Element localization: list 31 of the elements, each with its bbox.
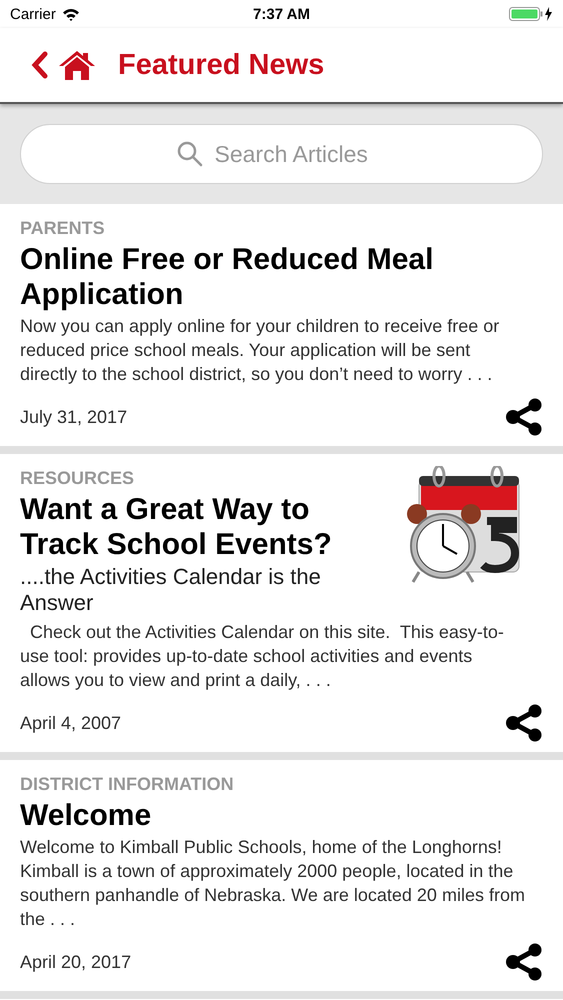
article-subtitle: ....the Activities Calendar is the Answer bbox=[20, 564, 322, 616]
category-label: RESOURCES bbox=[20, 467, 136, 490]
status-time: 7:37 AM bbox=[253, 6, 310, 22]
share-button[interactable] bbox=[505, 704, 543, 742]
battery-charging-icon bbox=[509, 7, 553, 21]
category-label: DISTRICT INFORMATION bbox=[20, 773, 235, 796]
article-title[interactable]: Want a Great Way to Track School Events? bbox=[20, 492, 369, 562]
back-chevron-icon bbox=[30, 51, 48, 79]
article-summary: Welcome to Kimball Public Schools, home of the Longhorns! Kimball is a town of approximately 2000 people, located in the southern panhandle of Nebraska. We are located 20 miles from the . . . bbox=[20, 836, 526, 931]
share-button[interactable] bbox=[505, 943, 543, 981]
search-field[interactable]: Search Articles bbox=[20, 124, 543, 184]
back-button[interactable] bbox=[30, 51, 48, 79]
article-summary: Check out the Activities Calendar on this site. This easy-to-use tool: provides up-to-date school activities and events allows you to view and print a daily, . . . bbox=[20, 621, 505, 692]
article-date: July 31, 2017 bbox=[20, 406, 128, 428]
article-date: April 4, 2007 bbox=[20, 712, 122, 734]
page-title: Featured News bbox=[118, 48, 324, 82]
article-title[interactable]: Online Free or Reduced Meal Application bbox=[20, 242, 543, 312]
search-icon bbox=[176, 141, 202, 167]
share-icon bbox=[505, 943, 543, 981]
share-button[interactable] bbox=[505, 398, 543, 436]
share-icon bbox=[505, 704, 543, 742]
search-input[interactable]: Search Articles bbox=[212, 140, 386, 168]
category-label: PARENTS bbox=[20, 217, 106, 240]
article-date: April 20, 2017 bbox=[20, 952, 132, 972]
home-button[interactable] bbox=[58, 50, 96, 80]
article-title[interactable]: Welcome bbox=[20, 798, 543, 833]
share-icon bbox=[505, 398, 543, 436]
wifi-icon bbox=[62, 8, 80, 20]
home-icon bbox=[58, 50, 96, 80]
article-summary: Now you can apply online for your children to receive free or reduced price school meals. Your application will be sent directly to the school district, so you don’t need to worry . . . bbox=[20, 315, 500, 386]
carrier-label: Carrier bbox=[10, 6, 56, 22]
